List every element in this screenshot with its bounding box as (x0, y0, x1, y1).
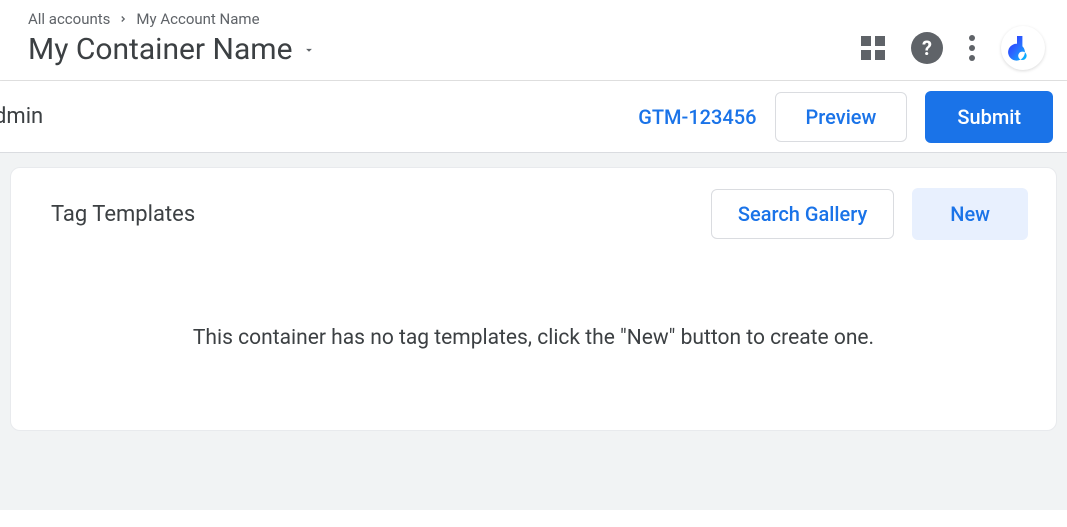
submit-button[interactable]: Submit (925, 91, 1053, 143)
tag-templates-panel: Tag Templates Search Gallery New This co… (10, 167, 1057, 431)
container-id-link[interactable]: GTM-123456 (638, 105, 756, 129)
more-vert-icon[interactable] (969, 35, 975, 61)
brand-logo[interactable] (1001, 26, 1045, 70)
breadcrumb: All accounts My Account Name (28, 10, 316, 28)
new-button[interactable]: New (912, 188, 1028, 240)
panel-header: Tag Templates Search Gallery New (11, 168, 1056, 262)
header-bar: All accounts My Account Name My Containe… (0, 0, 1067, 81)
panel-actions: Search Gallery New (711, 188, 1028, 240)
header-right: ? (861, 10, 1045, 70)
apps-icon[interactable] (861, 36, 885, 60)
sub-toolbar-right: GTM-123456 Preview Submit (638, 91, 1057, 143)
breadcrumb-current[interactable]: My Account Name (136, 10, 259, 28)
header-left: All accounts My Account Name My Containe… (28, 10, 316, 67)
content-area: Tag Templates Search Gallery New This co… (0, 153, 1067, 510)
help-icon[interactable]: ? (911, 32, 943, 64)
breadcrumb-parent[interactable]: All accounts (28, 10, 110, 28)
container-title: My Container Name (28, 32, 292, 67)
empty-state-message: This container has no tag templates, cli… (11, 262, 1056, 370)
chevron-right-icon (118, 14, 128, 24)
sub-toolbar: dmin GTM-123456 Preview Submit (0, 81, 1067, 153)
sub-toolbar-left-label[interactable]: dmin (0, 104, 43, 129)
search-gallery-button[interactable]: Search Gallery (711, 189, 894, 239)
panel-title: Tag Templates (51, 202, 195, 227)
title-row: My Container Name (28, 32, 316, 67)
preview-button[interactable]: Preview (775, 92, 908, 142)
caret-down-icon[interactable] (302, 43, 316, 57)
